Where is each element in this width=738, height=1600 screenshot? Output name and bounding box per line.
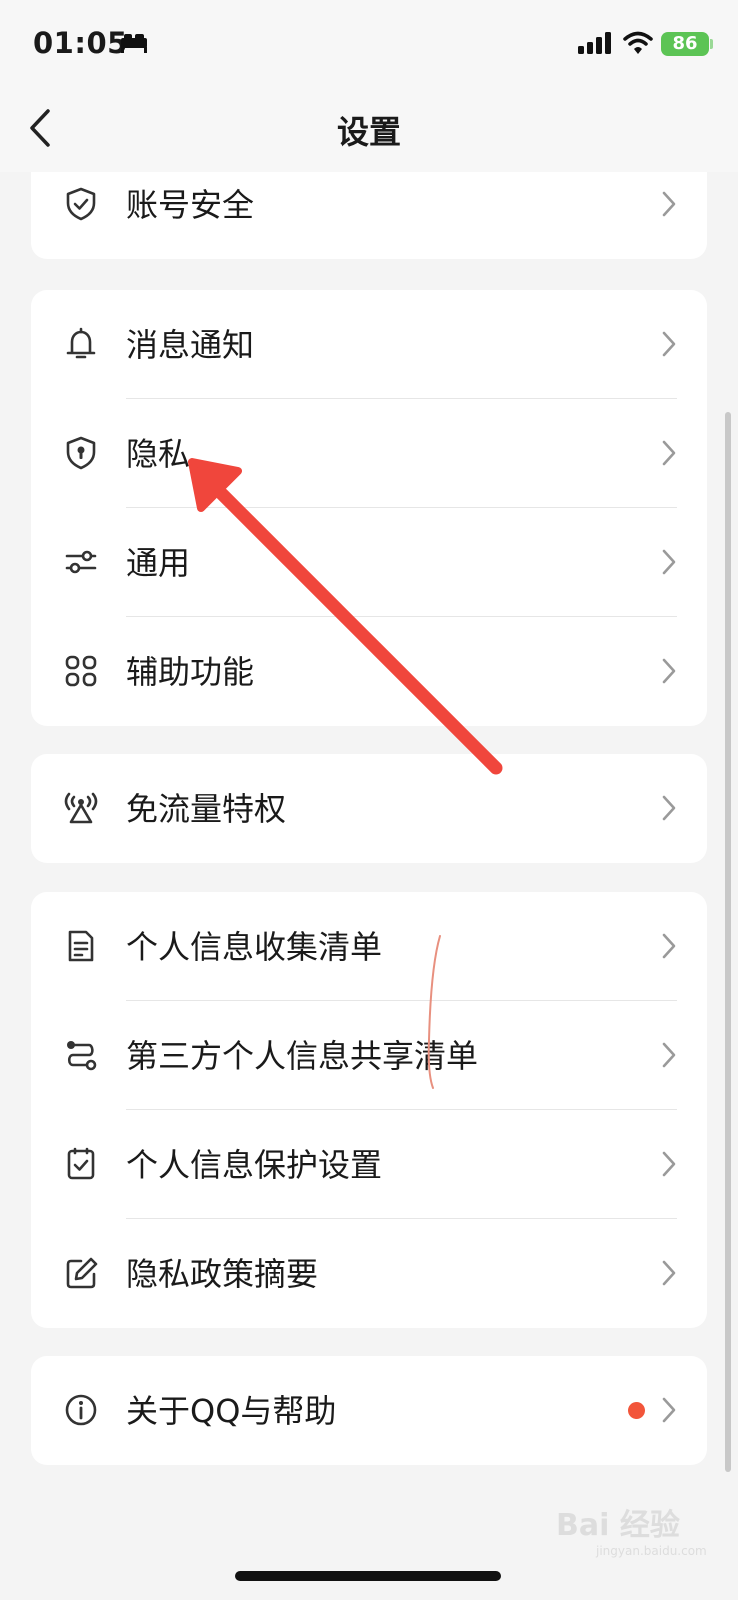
settings-group-data: 免流量特权 [31, 754, 707, 863]
settings-item-label: 关于QQ与帮助 [126, 1392, 337, 1430]
settings-item-free-data[interactable]: 免流量特权 [31, 754, 707, 863]
settings-item-label: 免流量特权 [126, 790, 287, 828]
sliders-icon [65, 550, 97, 574]
watermark-logo: Bai 经验 [556, 1508, 680, 1543]
apps-grid-icon [65, 655, 97, 687]
page-title: 设置 [336, 113, 401, 151]
bell-icon [66, 327, 96, 359]
battery-level: 86 [672, 33, 698, 54]
settings-item-info-protection[interactable]: 个人信息保护设置 [31, 1110, 707, 1219]
chevron-right-icon [662, 440, 676, 466]
edit-icon [66, 1257, 98, 1289]
watermark-url: jingyan.baidu.com [596, 1544, 707, 1558]
settings-item-accessibility[interactable]: 辅助功能 [31, 617, 707, 726]
info-icon [65, 1394, 97, 1426]
chevron-right-icon [662, 795, 676, 821]
status-bar: 01:05 86 [0, 0, 738, 80]
chevron-right-icon [662, 933, 676, 959]
chevron-right-icon [662, 1260, 676, 1286]
battery-tip [710, 39, 713, 49]
settings-item-privacy[interactable]: 隐私 [31, 399, 707, 508]
share-route-icon [67, 1041, 97, 1071]
top-bar: 01:05 86 设置 [0, 0, 738, 172]
settings-group-about: 关于QQ与帮助 [31, 1356, 707, 1465]
settings-group-personal-info: 个人信息收集清单 第三方个人信息共享清单 个人信息保护设置 隐私政策摘要 [31, 892, 707, 1328]
settings-item-label: 消息通知 [126, 326, 255, 364]
settings-item-label: 个人信息保护设置 [126, 1146, 383, 1184]
privacy-shield-icon [66, 436, 96, 470]
chevron-right-icon [662, 549, 676, 575]
settings-item-label: 第三方个人信息共享清单 [126, 1037, 479, 1075]
settings-item-third-party-sharing[interactable]: 第三方个人信息共享清单 [31, 1001, 707, 1110]
sleep-mode-icon [121, 34, 147, 53]
notification-dot-badge [628, 1402, 645, 1419]
settings-item-label: 隐私 [126, 435, 191, 473]
chevron-right-icon [662, 191, 676, 217]
settings-item-label: 辅助功能 [126, 653, 255, 691]
shield-check-icon [66, 187, 96, 221]
checkbox-icon [67, 1147, 95, 1180]
settings-item-label: 通用 [126, 544, 191, 582]
document-icon [68, 930, 94, 962]
scrollbar[interactable] [725, 412, 731, 1472]
settings-item-privacy-policy[interactable]: 隐私政策摘要 [31, 1219, 707, 1328]
wifi-icon [623, 31, 653, 54]
signal-tower-icon [64, 792, 98, 824]
chevron-right-icon [662, 1042, 676, 1068]
settings-group-general: 消息通知 隐私 通用 辅助功能 [31, 290, 707, 726]
chevron-right-icon [662, 1151, 676, 1177]
cellular-signal-icon [578, 32, 611, 54]
home-indicator[interactable] [235, 1571, 501, 1581]
settings-item-about-help[interactable]: 关于QQ与帮助 [31, 1356, 707, 1465]
chevron-right-icon [662, 658, 676, 684]
settings-item-notifications[interactable]: 消息通知 [31, 290, 707, 399]
settings-item-label: 个人信息收集清单 [126, 928, 383, 966]
settings-item-label: 隐私政策摘要 [126, 1255, 319, 1293]
settings-item-info-collection[interactable]: 个人信息收集清单 [31, 892, 707, 1001]
chevron-right-icon [662, 331, 676, 357]
settings-item-general[interactable]: 通用 [31, 508, 707, 617]
battery-indicator: 86 [661, 32, 709, 56]
settings-item-label: 账号安全 [126, 186, 255, 224]
chevron-right-icon [662, 1397, 676, 1423]
status-time: 01:05 [33, 26, 128, 60]
